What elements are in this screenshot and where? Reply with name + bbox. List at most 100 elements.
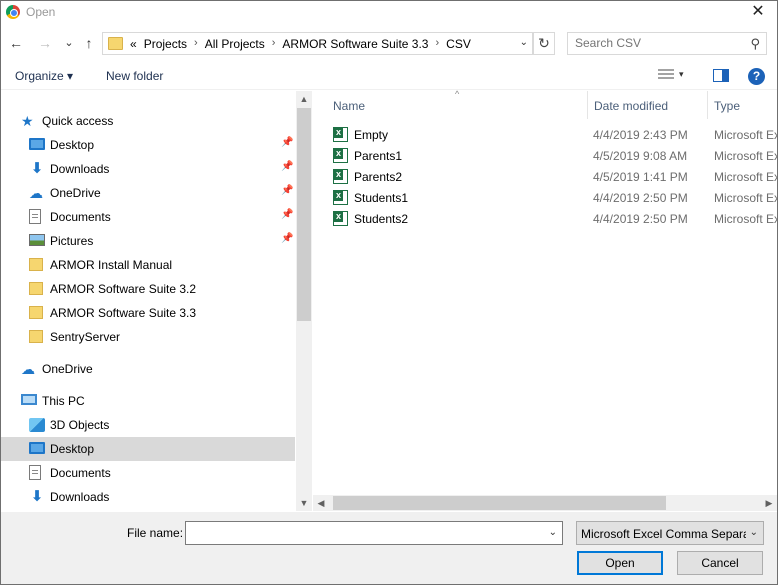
star-icon: ★ xyxy=(21,113,34,129)
sidebar-item-label: Downloads xyxy=(50,162,110,176)
column-header-type[interactable]: Type xyxy=(708,91,777,119)
navigation-pane-scrollbar[interactable]: ▲ ▼ xyxy=(296,91,312,511)
sidebar-item-armor-software-suite-3-2[interactable]: ARMOR Software Suite 3.2 xyxy=(1,277,295,301)
sidebar-item-documents[interactable]: Documents xyxy=(1,461,295,485)
sidebar-item-documents[interactable]: Documents 📌 xyxy=(1,205,295,229)
scroll-thumb[interactable] xyxy=(297,108,311,321)
sidebar-item-pictures[interactable]: Pictures 📌 xyxy=(1,229,295,253)
close-button[interactable]: ✕ xyxy=(745,2,771,22)
navigation-pane: ★ Quick access Desktop 📌 ⬇ Downloads 📌 ☁ OneDriv… xyxy=(1,91,312,511)
cancel-button[interactable]: Cancel xyxy=(677,551,763,575)
organize-button[interactable]: Organize ▾ xyxy=(15,69,73,83)
file-type: Microsoft Excel Comma Separated Values F… xyxy=(714,128,777,142)
file-row[interactable]: Students2 4/4/2019 2:50 PM Microsoft Excel… xyxy=(313,208,777,229)
sidebar-item-desktop[interactable]: Desktop 📌 xyxy=(1,133,295,157)
help-button[interactable]: ? xyxy=(748,68,765,85)
file-row[interactable]: Parents2 4/5/2019 1:41 PM Microsoft Excel … xyxy=(313,166,777,187)
file-row[interactable]: Parents1 4/5/2019 9:08 AM Microsoft Excel … xyxy=(313,145,777,166)
folder-icon xyxy=(29,282,43,295)
scroll-up-arrow-icon[interactable]: ▲ xyxy=(296,91,312,107)
navigation-bar: ← → ⌄ ↑ « Projects › All Projects › ARMO… xyxy=(1,29,777,59)
search-box[interactable]: ⚲ xyxy=(567,32,767,55)
open-dialog: Open ✕ ← → ⌄ ↑ « Projects › All Projects… xyxy=(0,0,778,585)
sidebar-item-onedrive[interactable]: ☁ OneDrive xyxy=(1,357,295,381)
view-options-chevron-icon[interactable]: ▾ xyxy=(679,69,684,80)
scroll-thumb[interactable] xyxy=(333,496,666,510)
window-title: Open xyxy=(26,5,56,19)
desktop-icon xyxy=(29,138,45,150)
sidebar-item-quick-access[interactable]: ★ Quick access xyxy=(1,109,295,133)
sidebar-item-3d-objects[interactable]: 3D Objects xyxy=(1,413,295,437)
preview-pane-icon[interactable] xyxy=(713,69,729,82)
folder-icon xyxy=(29,330,43,343)
sidebar-item-armor-install-manual[interactable]: ARMOR Install Manual xyxy=(1,253,295,277)
excel-csv-icon xyxy=(333,190,348,205)
sidebar-item-desktop[interactable]: Desktop xyxy=(1,437,295,461)
scroll-right-arrow-icon[interactable]: ▶ xyxy=(761,495,777,511)
new-folder-button[interactable]: New folder xyxy=(106,69,163,83)
file-type-select[interactable]: Microsoft Excel Comma Separated Values F… xyxy=(576,521,764,545)
file-date-modified: 4/5/2019 1:41 PM xyxy=(593,170,688,184)
folder-icon xyxy=(108,37,123,50)
file-name: Students2 xyxy=(354,212,409,226)
change-view-icon[interactable] xyxy=(658,69,674,81)
sidebar-item-downloads[interactable]: ⬇ Downloads xyxy=(1,485,295,509)
forward-button[interactable]: → xyxy=(37,34,53,52)
file-type: Microsoft Excel Comma Separated Values F… xyxy=(714,149,777,163)
chrome-icon xyxy=(6,5,20,19)
folder-icon xyxy=(29,306,43,319)
breadcrumb-armor-suite[interactable]: ARMOR Software Suite 3.3 xyxy=(282,37,428,51)
folder-tree: ★ Quick access Desktop 📌 ⬇ Downloads 📌 ☁ OneDriv… xyxy=(1,91,295,511)
sidebar-item-armor-software-suite-3-3[interactable]: ARMOR Software Suite 3.3 xyxy=(1,301,295,325)
file-row[interactable]: Empty 4/4/2019 2:43 PM Microsoft Excel Com… xyxy=(313,124,777,145)
scroll-down-arrow-icon[interactable]: ▼ xyxy=(296,495,312,511)
file-type: Microsoft Excel Comma Separated Values F… xyxy=(714,170,777,184)
sidebar-item-label: Documents xyxy=(50,210,111,224)
column-header-date-modified[interactable]: Date modified xyxy=(588,91,707,119)
file-name-dropdown-chevron-icon[interactable]: ⌄ xyxy=(549,527,557,538)
search-icon[interactable]: ⚲ xyxy=(750,36,760,52)
breadcrumb-projects[interactable]: Projects xyxy=(144,37,187,51)
sidebar-item-label: Desktop xyxy=(50,442,95,456)
file-name: Parents2 xyxy=(354,170,403,184)
sidebar-item-onedrive[interactable]: ☁ OneDrive 📌 xyxy=(1,181,295,205)
dialog-footer: File name: ⌄ Microsoft Excel Comma Separ… xyxy=(1,512,777,584)
3d-objects-icon xyxy=(29,418,45,432)
scroll-left-arrow-icon[interactable]: ◀ xyxy=(313,495,329,511)
breadcrumb-separator[interactable]: › xyxy=(428,37,446,51)
open-button[interactable]: Open xyxy=(577,551,663,575)
pin-icon: 📌 xyxy=(281,161,294,172)
sidebar-item-downloads[interactable]: ⬇ Downloads 📌 xyxy=(1,157,295,181)
sidebar-item-label: This PC xyxy=(42,394,85,408)
breadcrumb-separator[interactable]: › xyxy=(187,37,205,51)
file-name-field[interactable]: ⌄ xyxy=(185,521,563,545)
this-pc-icon xyxy=(21,394,37,405)
sidebar-item-label: Downloads xyxy=(50,490,110,504)
back-button[interactable]: ← xyxy=(8,34,24,52)
file-name: Students1 xyxy=(354,191,409,205)
sidebar-item-label: OneDrive xyxy=(50,186,101,200)
breadcrumb-separator[interactable]: › xyxy=(265,37,283,51)
file-row[interactable]: Students1 4/4/2019 2:50 PM Microsoft Excel… xyxy=(313,187,777,208)
file-name-input[interactable] xyxy=(190,526,540,540)
address-bar[interactable]: « Projects › All Projects › ARMOR Softwa… xyxy=(102,32,533,55)
file-list-horizontal-scrollbar[interactable]: ◀ ▶ xyxy=(313,495,777,511)
refresh-button[interactable]: ↻ xyxy=(533,32,555,55)
documents-icon xyxy=(29,465,41,480)
sidebar-item-label: Pictures xyxy=(50,234,94,248)
breadcrumb-all-projects[interactable]: All Projects xyxy=(205,37,265,51)
breadcrumb-csv[interactable]: CSV xyxy=(446,37,471,51)
recent-locations-button[interactable]: ⌄ xyxy=(61,34,77,52)
sidebar-item-sentryserver[interactable]: SentryServer xyxy=(1,325,295,349)
file-date-modified: 4/4/2019 2:43 PM xyxy=(593,128,688,142)
address-history-chevron-icon[interactable]: ⌄ xyxy=(520,37,528,48)
sidebar-item-this-pc[interactable]: This PC xyxy=(1,389,295,413)
search-input[interactable] xyxy=(575,36,745,50)
sidebar-item-label: Desktop xyxy=(50,138,95,152)
excel-csv-icon xyxy=(333,211,348,226)
breadcrumb-overflow[interactable]: « xyxy=(130,37,144,51)
up-button[interactable]: ↑ xyxy=(81,34,97,52)
column-header-name[interactable]: Name ^ xyxy=(313,89,587,119)
sidebar-item-label: ARMOR Software Suite 3.3 xyxy=(50,306,197,320)
file-name: Empty xyxy=(354,128,389,142)
